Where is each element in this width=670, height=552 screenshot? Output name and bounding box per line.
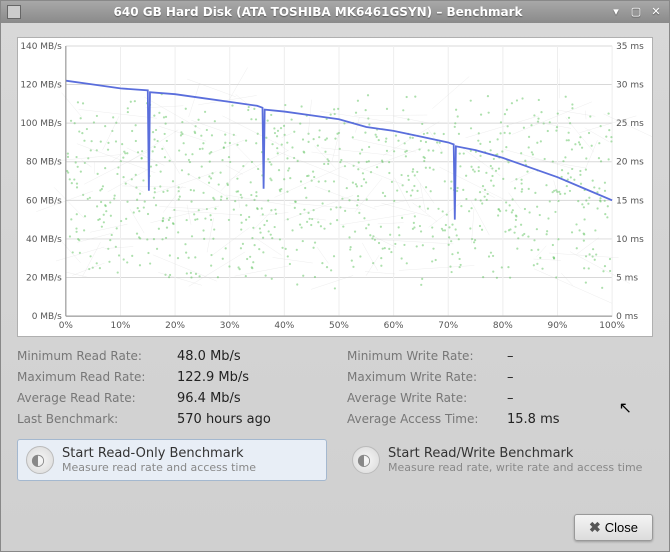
- stat-label: Last Benchmark:: [17, 412, 177, 426]
- stat-value: 15.8 ms: [507, 412, 560, 427]
- minimize-icon[interactable]: ▾: [609, 5, 623, 19]
- svg-text:100 MB/s: 100 MB/s: [20, 119, 62, 129]
- benchmark-icon: [26, 446, 54, 474]
- close-button[interactable]: ✖ Close: [574, 514, 653, 541]
- bench-actions: Start Read-Only Benchmark Measure read r…: [17, 439, 653, 481]
- svg-text:60%: 60%: [384, 321, 404, 331]
- stat-label: Minimum Read Rate:: [17, 349, 177, 363]
- bench-readwrite-sub: Measure read rate, write rate and access…: [388, 461, 642, 474]
- window-controls: ▾ ▢ ✕: [609, 5, 663, 19]
- svg-text:140 MB/s: 140 MB/s: [20, 42, 62, 52]
- svg-text:70%: 70%: [438, 321, 458, 331]
- stat-value: 48.0 Mb/s: [177, 349, 241, 364]
- stat-row: Maximum Read Rate:122.9 Mb/s: [17, 370, 323, 385]
- stat-row: Average Read Rate:96.4 Mb/s: [17, 391, 323, 406]
- stat-row: Average Access Time:15.8 ms: [347, 412, 653, 427]
- stat-label: Average Access Time:: [347, 412, 507, 426]
- svg-text:60 MB/s: 60 MB/s: [26, 196, 62, 206]
- stat-value: –: [507, 349, 514, 364]
- stat-value: 570 hours ago: [177, 412, 271, 427]
- stat-row: Minimum Read Rate:48.0 Mb/s: [17, 349, 323, 364]
- bench-readonly-sub: Measure read rate and access time: [62, 461, 256, 474]
- svg-text:100%: 100%: [599, 321, 625, 331]
- bench-readonly-title: Start Read-Only Benchmark: [62, 446, 256, 461]
- stat-row: Average Write Rate:–: [347, 391, 653, 406]
- app-icon: [7, 5, 21, 19]
- start-readwrite-benchmark-button[interactable]: Start Read/Write Benchmark Measure read …: [343, 439, 653, 481]
- svg-text:35 ms: 35 ms: [616, 42, 644, 52]
- stat-label: Maximum Read Rate:: [17, 370, 177, 384]
- svg-text:20%: 20%: [165, 321, 185, 331]
- svg-text:20 ms: 20 ms: [616, 158, 644, 168]
- svg-text:30%: 30%: [220, 321, 240, 331]
- svg-text:10%: 10%: [111, 321, 131, 331]
- close-icon: ✖: [589, 519, 601, 536]
- window-title: 640 GB Hard Disk (ATA TOSHIBA MK6461GSYN…: [27, 5, 609, 19]
- maximize-icon[interactable]: ▢: [629, 5, 643, 19]
- stat-value: –: [507, 391, 514, 406]
- stat-value: 122.9 Mb/s: [177, 370, 249, 385]
- stat-row: Maximum Write Rate:–: [347, 370, 653, 385]
- titlebar[interactable]: 640 GB Hard Disk (ATA TOSHIBA MK6461GSYN…: [1, 1, 669, 23]
- bench-readwrite-title: Start Read/Write Benchmark: [388, 446, 642, 461]
- stat-label: Average Write Rate:: [347, 391, 507, 405]
- svg-text:15 ms: 15 ms: [616, 196, 644, 206]
- svg-text:0 MB/s: 0 MB/s: [32, 312, 62, 322]
- stat-value: 96.4 Mb/s: [177, 391, 241, 406]
- stats-right-col: Minimum Write Rate:–Maximum Write Rate:–…: [347, 349, 653, 433]
- svg-text:120 MB/s: 120 MB/s: [20, 81, 62, 91]
- svg-text:20 MB/s: 20 MB/s: [26, 274, 62, 284]
- start-readonly-benchmark-button[interactable]: Start Read-Only Benchmark Measure read r…: [17, 439, 327, 481]
- svg-text:30 ms: 30 ms: [616, 81, 644, 91]
- window-root: 640 GB Hard Disk (ATA TOSHIBA MK6461GSYN…: [0, 0, 670, 552]
- stat-row: Last Benchmark:570 hours ago: [17, 412, 323, 427]
- svg-text:0%: 0%: [59, 321, 73, 331]
- stat-label: Average Read Rate:: [17, 391, 177, 405]
- svg-text:90%: 90%: [548, 321, 568, 331]
- svg-text:80%: 80%: [493, 321, 513, 331]
- content-area: 0 MB/s 20 MB/s 40 MB/s 60 MB/s 80 MB/s 100 MB…: [1, 23, 669, 551]
- stat-value: –: [507, 370, 514, 385]
- stat-label: Maximum Write Rate:: [347, 370, 507, 384]
- benchmark-icon: [352, 446, 380, 474]
- footer: ✖ Close: [17, 504, 653, 541]
- svg-text:40 MB/s: 40 MB/s: [26, 235, 62, 245]
- svg-text:50%: 50%: [329, 321, 349, 331]
- benchmark-chart: 0 MB/s 20 MB/s 40 MB/s 60 MB/s 80 MB/s 100 MB…: [17, 37, 653, 337]
- close-label: Close: [605, 520, 638, 535]
- stats-left-col: Minimum Read Rate:48.0 Mb/sMaximum Read …: [17, 349, 323, 433]
- svg-text:10 ms: 10 ms: [616, 235, 644, 245]
- svg-text:40%: 40%: [274, 321, 294, 331]
- stats-table: Minimum Read Rate:48.0 Mb/sMaximum Read …: [17, 349, 653, 433]
- close-window-icon[interactable]: ✕: [649, 5, 663, 19]
- stat-label: Minimum Write Rate:: [347, 349, 507, 363]
- stat-row: Minimum Write Rate:–: [347, 349, 653, 364]
- svg-text:80 MB/s: 80 MB/s: [26, 158, 62, 168]
